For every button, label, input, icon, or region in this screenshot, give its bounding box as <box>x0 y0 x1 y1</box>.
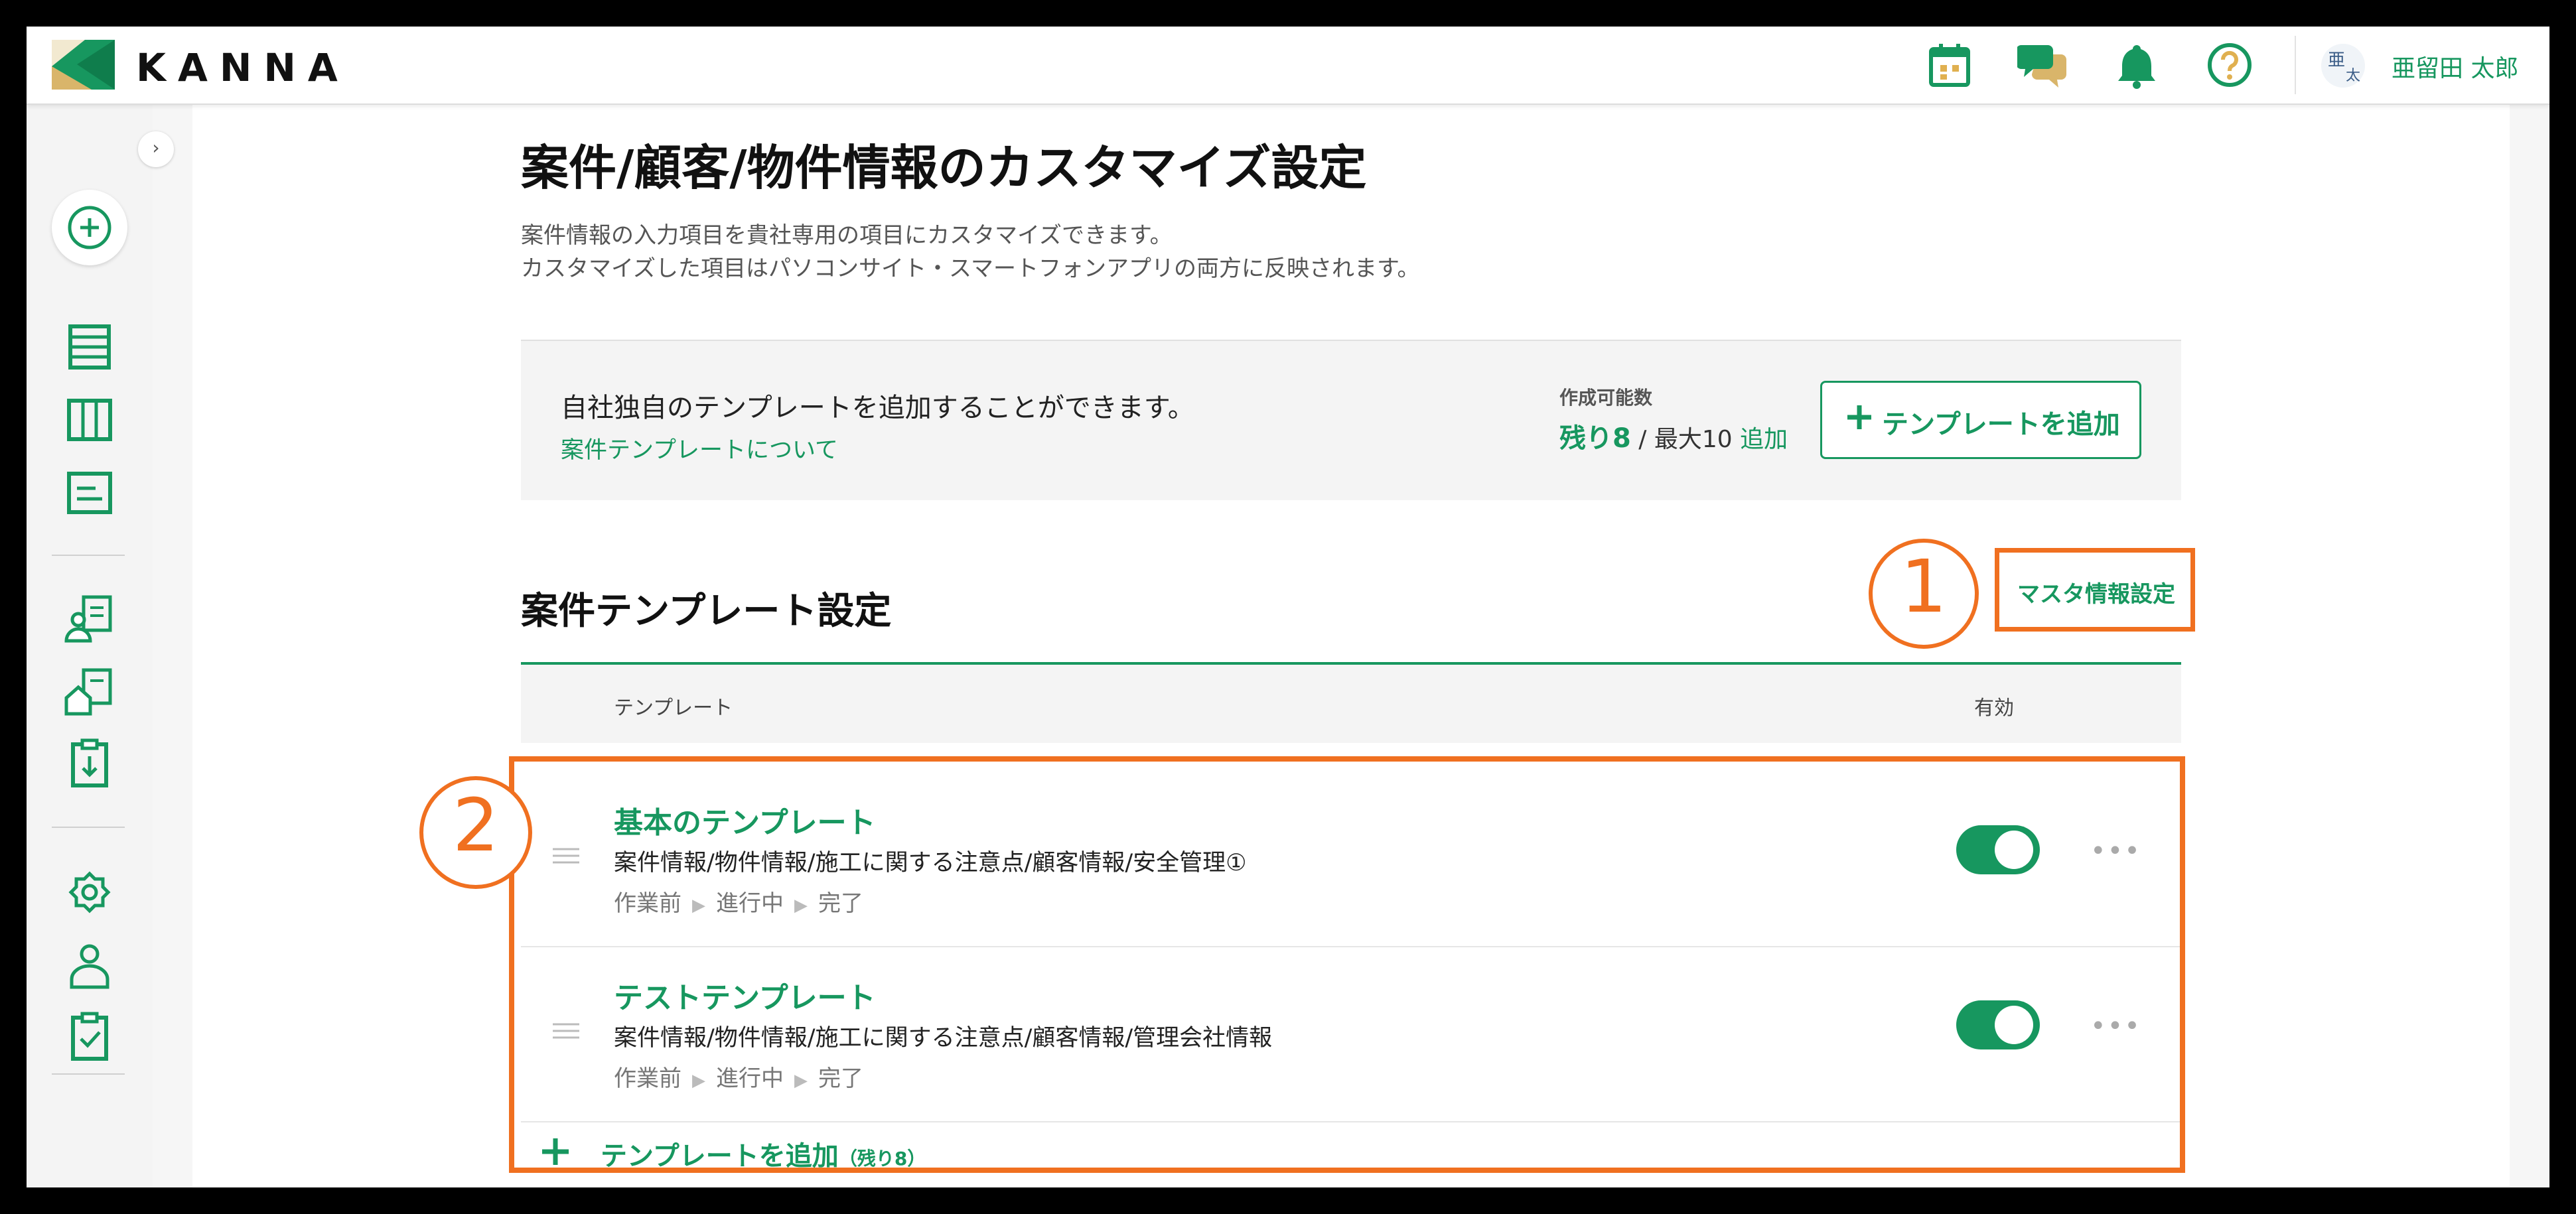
document-icon[interactable] <box>61 464 118 521</box>
board-icon[interactable] <box>61 391 118 448</box>
add-template-button[interactable]: テンプレートを追加 <box>1820 381 2141 459</box>
kanna-logo-icon[interactable] <box>52 40 115 90</box>
avatar-initial-2: 太 <box>2346 68 2361 84</box>
sidebar-divider <box>52 555 125 556</box>
download-report-icon[interactable] <box>61 736 118 793</box>
settings-icon[interactable] <box>61 864 118 921</box>
column-header-valid: 有効 <box>1974 697 2014 720</box>
column-header-template: テンプレート <box>614 697 733 720</box>
section-title: 案件テンプレート設定 <box>521 590 892 633</box>
bell-icon[interactable] <box>2111 40 2162 90</box>
page-description: 案件情報の入力項目を貴社専用の項目にカスタマイズできます。 カスタマイズした項目… <box>521 219 1420 285</box>
description-line: 案件情報の入力項目を貴社専用の項目にカスタマイズできます。 <box>521 222 1173 249</box>
page-title: 案件/顧客/物件情報のカスタマイズ設定 <box>521 140 1367 196</box>
sidebar-divider <box>52 1073 125 1075</box>
customer-icon[interactable] <box>61 590 118 647</box>
app-window: KANNA 亜 太 亜留田 太郎 › 案件/顧客/物件情報のカスタマイズ設定 案… <box>27 27 2549 1187</box>
max-count: / 最大10 <box>1638 426 1733 453</box>
add-icon <box>68 206 111 249</box>
top-header: KANNA 亜 太 亜留田 太郎 <box>27 27 2549 105</box>
chat-icon[interactable] <box>2017 40 2068 90</box>
help-icon[interactable] <box>2204 40 2255 90</box>
property-icon[interactable] <box>61 663 118 720</box>
sidebar-divider <box>52 827 125 828</box>
template-info-box: 自社独自のテンプレートを追加することができます。 案件テンプレートについて 作成… <box>521 340 2181 500</box>
calendar-icon[interactable] <box>1924 40 1975 90</box>
description-line: カスタマイズした項目はパソコンサイト・スマートフォンアプリの両方に反映されます。 <box>521 255 1420 282</box>
plus-icon <box>1847 405 1871 429</box>
annotation-number-1: 1 <box>1900 544 1947 629</box>
remaining-count: 残り8 <box>1559 423 1631 454</box>
new-item-button[interactable] <box>52 190 127 265</box>
add-template-button-label: テンプレートを追加 <box>1882 409 2120 440</box>
capacity-value: 残り8 / 最大10 追加 <box>1559 417 1788 455</box>
add-capacity-link[interactable]: 追加 <box>1740 426 1788 453</box>
table-header: テンプレート 有効 <box>521 665 2181 743</box>
info-message: 自社独自のテンプレートを追加することができます。 <box>561 393 1194 423</box>
sidebar-expand-button[interactable]: › <box>138 131 174 167</box>
logo-text: KANNA <box>136 45 350 90</box>
capacity-label: 作成可能数 <box>1559 387 1653 409</box>
checklist-icon[interactable] <box>61 1010 118 1067</box>
annotation-highlight-2 <box>509 756 2185 1173</box>
avatar-initial-1: 亜 <box>2328 50 2346 70</box>
user-name[interactable]: 亜留田 太郎 <box>2392 49 2518 84</box>
annotation-number-2: 2 <box>453 783 499 868</box>
user-icon[interactable] <box>61 937 118 994</box>
list-icon[interactable] <box>61 318 118 375</box>
template-help-link[interactable]: 案件テンプレートについて <box>561 431 838 465</box>
master-settings-button[interactable]: マスタ情報設定 <box>2017 576 2175 608</box>
header-divider <box>2295 36 2296 94</box>
